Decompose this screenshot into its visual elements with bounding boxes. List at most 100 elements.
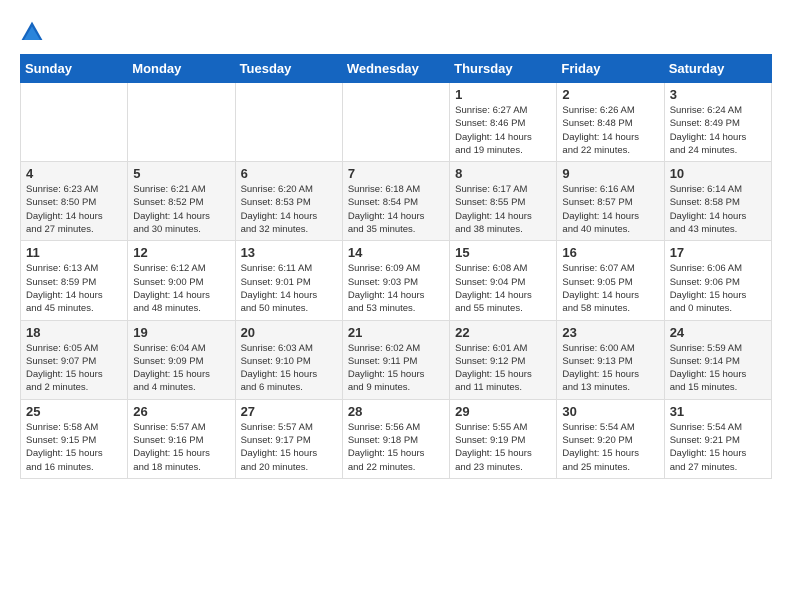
day-info: Sunrise: 6:20 AM Sunset: 8:53 PM Dayligh… xyxy=(241,183,337,236)
day-info: Sunrise: 5:58 AM Sunset: 9:15 PM Dayligh… xyxy=(26,421,122,474)
calendar-cell: 29 Sunrise: 5:55 AM Sunset: 9:19 PM Dayli… xyxy=(450,399,557,478)
day-info: Sunrise: 6:06 AM Sunset: 9:06 PM Dayligh… xyxy=(670,262,766,315)
day-info: Sunrise: 5:57 AM Sunset: 9:17 PM Dayligh… xyxy=(241,421,337,474)
calendar-cell: 6 Sunrise: 6:20 AM Sunset: 8:53 PM Daylig… xyxy=(235,162,342,241)
day-info: Sunrise: 5:55 AM Sunset: 9:19 PM Dayligh… xyxy=(455,421,551,474)
calendar-cell: 27 Sunrise: 5:57 AM Sunset: 9:17 PM Dayli… xyxy=(235,399,342,478)
day-info: Sunrise: 6:18 AM Sunset: 8:54 PM Dayligh… xyxy=(348,183,444,236)
calendar-cell xyxy=(128,83,235,162)
calendar-table: SundayMondayTuesdayWednesdayThursdayFrid… xyxy=(20,54,772,479)
day-number: 16 xyxy=(562,245,658,260)
day-info: Sunrise: 5:54 AM Sunset: 9:21 PM Dayligh… xyxy=(670,421,766,474)
calendar-cell xyxy=(21,83,128,162)
day-info: Sunrise: 6:23 AM Sunset: 8:50 PM Dayligh… xyxy=(26,183,122,236)
logo-icon xyxy=(20,20,44,44)
day-info: Sunrise: 6:07 AM Sunset: 9:05 PM Dayligh… xyxy=(562,262,658,315)
calendar-cell: 14 Sunrise: 6:09 AM Sunset: 9:03 PM Dayli… xyxy=(342,241,449,320)
day-number: 6 xyxy=(241,166,337,181)
calendar-cell: 20Sunrise: 6:03 AM Sunset: 9:10 PM Dayli… xyxy=(235,320,342,399)
calendar-cell: 10 Sunrise: 6:14 AM Sunset: 8:58 PM Dayli… xyxy=(664,162,771,241)
calendar-cell: 7 Sunrise: 6:18 AM Sunset: 8:54 PM Daylig… xyxy=(342,162,449,241)
calendar-cell: 5 Sunrise: 6:21 AM Sunset: 8:52 PM Daylig… xyxy=(128,162,235,241)
day-info: Sunrise: 6:00 AM Sunset: 9:13 PM Dayligh… xyxy=(562,342,658,395)
calendar-week-row: 18 Sunrise: 6:05 AM Sunset: 9:07 PM Dayli… xyxy=(21,320,772,399)
day-info: Sunrise: 6:12 AM Sunset: 9:00 PM Dayligh… xyxy=(133,262,229,315)
day-number: 21 xyxy=(348,325,444,340)
calendar-cell: 19 Sunrise: 6:04 AM Sunset: 9:09 PM Dayli… xyxy=(128,320,235,399)
day-number: 2 xyxy=(562,87,658,102)
day-info: Sunrise: 5:57 AM Sunset: 9:16 PM Dayligh… xyxy=(133,421,229,474)
calendar-cell: 9 Sunrise: 6:16 AM Sunset: 8:57 PM Daylig… xyxy=(557,162,664,241)
calendar-cell: 30 Sunrise: 5:54 AM Sunset: 9:20 PM Dayli… xyxy=(557,399,664,478)
day-number: 15 xyxy=(455,245,551,260)
day-number: 12 xyxy=(133,245,229,260)
day-number: 23 xyxy=(562,325,658,340)
calendar-header-friday: Friday xyxy=(557,55,664,83)
day-number: 27 xyxy=(241,404,337,419)
day-info: Sunrise: 6:24 AM Sunset: 8:49 PM Dayligh… xyxy=(670,104,766,157)
calendar-header-sunday: Sunday xyxy=(21,55,128,83)
calendar-header-tuesday: Tuesday xyxy=(235,55,342,83)
calendar-header-wednesday: Wednesday xyxy=(342,55,449,83)
day-info: Sunrise: 6:03 AM Sunset: 9:10 PM Dayligh… xyxy=(241,342,337,395)
day-number: 30 xyxy=(562,404,658,419)
calendar-cell: 1 Sunrise: 6:27 AM Sunset: 8:46 PM Daylig… xyxy=(450,83,557,162)
day-info: Sunrise: 6:05 AM Sunset: 9:07 PM Dayligh… xyxy=(26,342,122,395)
day-number: 22 xyxy=(455,325,551,340)
calendar-cell: 3 Sunrise: 6:24 AM Sunset: 8:49 PM Daylig… xyxy=(664,83,771,162)
calendar-week-row: 25 Sunrise: 5:58 AM Sunset: 9:15 PM Dayli… xyxy=(21,399,772,478)
calendar-cell: 2Sunrise: 6:26 AM Sunset: 8:48 PM Daylig… xyxy=(557,83,664,162)
calendar-week-row: 1 Sunrise: 6:27 AM Sunset: 8:46 PM Daylig… xyxy=(21,83,772,162)
calendar-cell: 8 Sunrise: 6:17 AM Sunset: 8:55 PM Daylig… xyxy=(450,162,557,241)
day-info: Sunrise: 6:08 AM Sunset: 9:04 PM Dayligh… xyxy=(455,262,551,315)
day-info: Sunrise: 6:09 AM Sunset: 9:03 PM Dayligh… xyxy=(348,262,444,315)
calendar-week-row: 4Sunrise: 6:23 AM Sunset: 8:50 PM Daylig… xyxy=(21,162,772,241)
day-info: Sunrise: 6:14 AM Sunset: 8:58 PM Dayligh… xyxy=(670,183,766,236)
day-number: 5 xyxy=(133,166,229,181)
day-number: 18 xyxy=(26,325,122,340)
calendar-cell: 23 Sunrise: 6:00 AM Sunset: 9:13 PM Dayli… xyxy=(557,320,664,399)
day-number: 19 xyxy=(133,325,229,340)
day-info: Sunrise: 6:17 AM Sunset: 8:55 PM Dayligh… xyxy=(455,183,551,236)
day-info: Sunrise: 6:16 AM Sunset: 8:57 PM Dayligh… xyxy=(562,183,658,236)
day-number: 1 xyxy=(455,87,551,102)
day-number: 24 xyxy=(670,325,766,340)
calendar-cell: 15 Sunrise: 6:08 AM Sunset: 9:04 PM Dayli… xyxy=(450,241,557,320)
calendar-cell: 31 Sunrise: 5:54 AM Sunset: 9:21 PM Dayli… xyxy=(664,399,771,478)
calendar-header-saturday: Saturday xyxy=(664,55,771,83)
day-number: 25 xyxy=(26,404,122,419)
day-number: 29 xyxy=(455,404,551,419)
day-info: Sunrise: 5:56 AM Sunset: 9:18 PM Dayligh… xyxy=(348,421,444,474)
day-number: 7 xyxy=(348,166,444,181)
day-number: 8 xyxy=(455,166,551,181)
calendar-cell: 18 Sunrise: 6:05 AM Sunset: 9:07 PM Dayli… xyxy=(21,320,128,399)
day-number: 9 xyxy=(562,166,658,181)
calendar-cell: 17Sunrise: 6:06 AM Sunset: 9:06 PM Dayli… xyxy=(664,241,771,320)
day-number: 3 xyxy=(670,87,766,102)
calendar-cell xyxy=(235,83,342,162)
calendar-cell: 11Sunrise: 6:13 AM Sunset: 8:59 PM Dayli… xyxy=(21,241,128,320)
calendar-cell: 22Sunrise: 6:01 AM Sunset: 9:12 PM Dayli… xyxy=(450,320,557,399)
day-info: Sunrise: 6:27 AM Sunset: 8:46 PM Dayligh… xyxy=(455,104,551,157)
day-info: Sunrise: 6:02 AM Sunset: 9:11 PM Dayligh… xyxy=(348,342,444,395)
day-info: Sunrise: 6:04 AM Sunset: 9:09 PM Dayligh… xyxy=(133,342,229,395)
calendar-cell xyxy=(342,83,449,162)
day-number: 31 xyxy=(670,404,766,419)
calendar-cell: 24 Sunrise: 5:59 AM Sunset: 9:14 PM Dayli… xyxy=(664,320,771,399)
calendar-cell: 12 Sunrise: 6:12 AM Sunset: 9:00 PM Dayli… xyxy=(128,241,235,320)
day-number: 14 xyxy=(348,245,444,260)
day-number: 13 xyxy=(241,245,337,260)
day-info: Sunrise: 5:54 AM Sunset: 9:20 PM Dayligh… xyxy=(562,421,658,474)
calendar-cell: 13Sunrise: 6:11 AM Sunset: 9:01 PM Dayli… xyxy=(235,241,342,320)
calendar-header-row: SundayMondayTuesdayWednesdayThursdayFrid… xyxy=(21,55,772,83)
day-number: 10 xyxy=(670,166,766,181)
header xyxy=(20,20,772,44)
day-info: Sunrise: 5:59 AM Sunset: 9:14 PM Dayligh… xyxy=(670,342,766,395)
day-number: 28 xyxy=(348,404,444,419)
calendar-cell: 26Sunrise: 5:57 AM Sunset: 9:16 PM Dayli… xyxy=(128,399,235,478)
calendar-cell: 28 Sunrise: 5:56 AM Sunset: 9:18 PM Dayli… xyxy=(342,399,449,478)
day-info: Sunrise: 6:21 AM Sunset: 8:52 PM Dayligh… xyxy=(133,183,229,236)
calendar-week-row: 11Sunrise: 6:13 AM Sunset: 8:59 PM Dayli… xyxy=(21,241,772,320)
calendar-header-thursday: Thursday xyxy=(450,55,557,83)
calendar-cell: 4Sunrise: 6:23 AM Sunset: 8:50 PM Daylig… xyxy=(21,162,128,241)
